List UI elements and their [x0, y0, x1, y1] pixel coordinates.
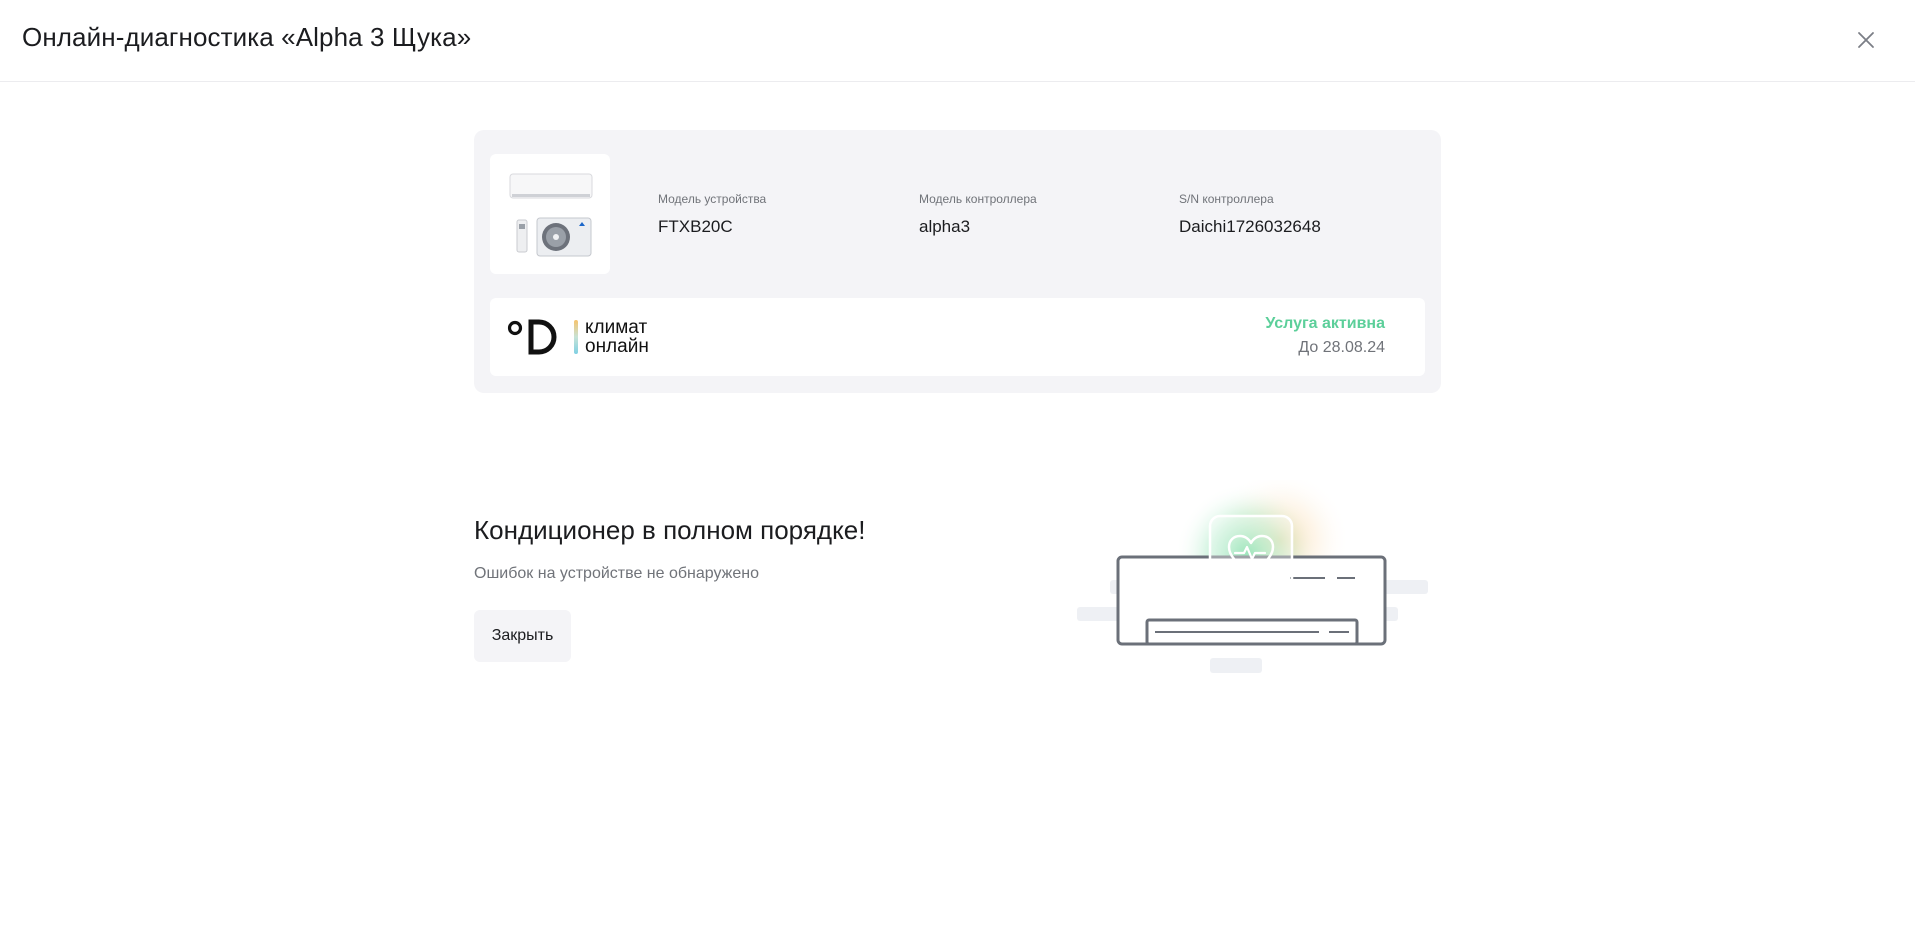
modal-header: Онлайн-диагностика «Alpha 3 Щука» — [0, 0, 1915, 82]
field-controller-serial: S/N контроллера Daichi1726032648 — [1179, 192, 1321, 237]
field-value: FTXB20C — [658, 217, 733, 236]
field-device-model: Модель устройства FTXB20C — [658, 192, 766, 237]
close-icon[interactable] — [1853, 27, 1879, 53]
field-value: Daichi1726032648 — [1179, 217, 1321, 236]
result-subtitle: Ошибок на устройстве не обнаружено — [474, 565, 759, 582]
field-controller-model: Модель контроллера alpha3 — [919, 192, 1037, 237]
result-title: Кондиционер в полном порядке! — [474, 515, 866, 545]
modal-title: Онлайн-диагностика «Alpha 3 Щука» — [22, 22, 472, 52]
field-label: Модель устройства — [658, 192, 767, 206]
field-value: alpha3 — [919, 217, 971, 236]
field-label: Модель контроллера — [919, 192, 1037, 206]
service-status: Услуга активна — [1265, 315, 1385, 332]
service-expiry: До 28.08.24 — [1298, 339, 1385, 356]
klimat-online-logo — [506, 318, 586, 358]
device-image — [490, 154, 610, 274]
logo-text: климат онлайн — [585, 318, 649, 356]
service-status-bar: климат онлайн Услуга активна До 28.08.24 — [490, 298, 1425, 376]
device-info-card: Модель устройства FTXB20C Модель контрол… — [474, 130, 1441, 393]
field-label: S/N контроллера — [1179, 192, 1274, 206]
logo-line-1: климат — [585, 317, 648, 338]
close-button[interactable]: Закрыть — [474, 610, 571, 662]
logo-line-2: онлайн — [585, 336, 649, 357]
ac-illustration — [1075, 470, 1435, 680]
